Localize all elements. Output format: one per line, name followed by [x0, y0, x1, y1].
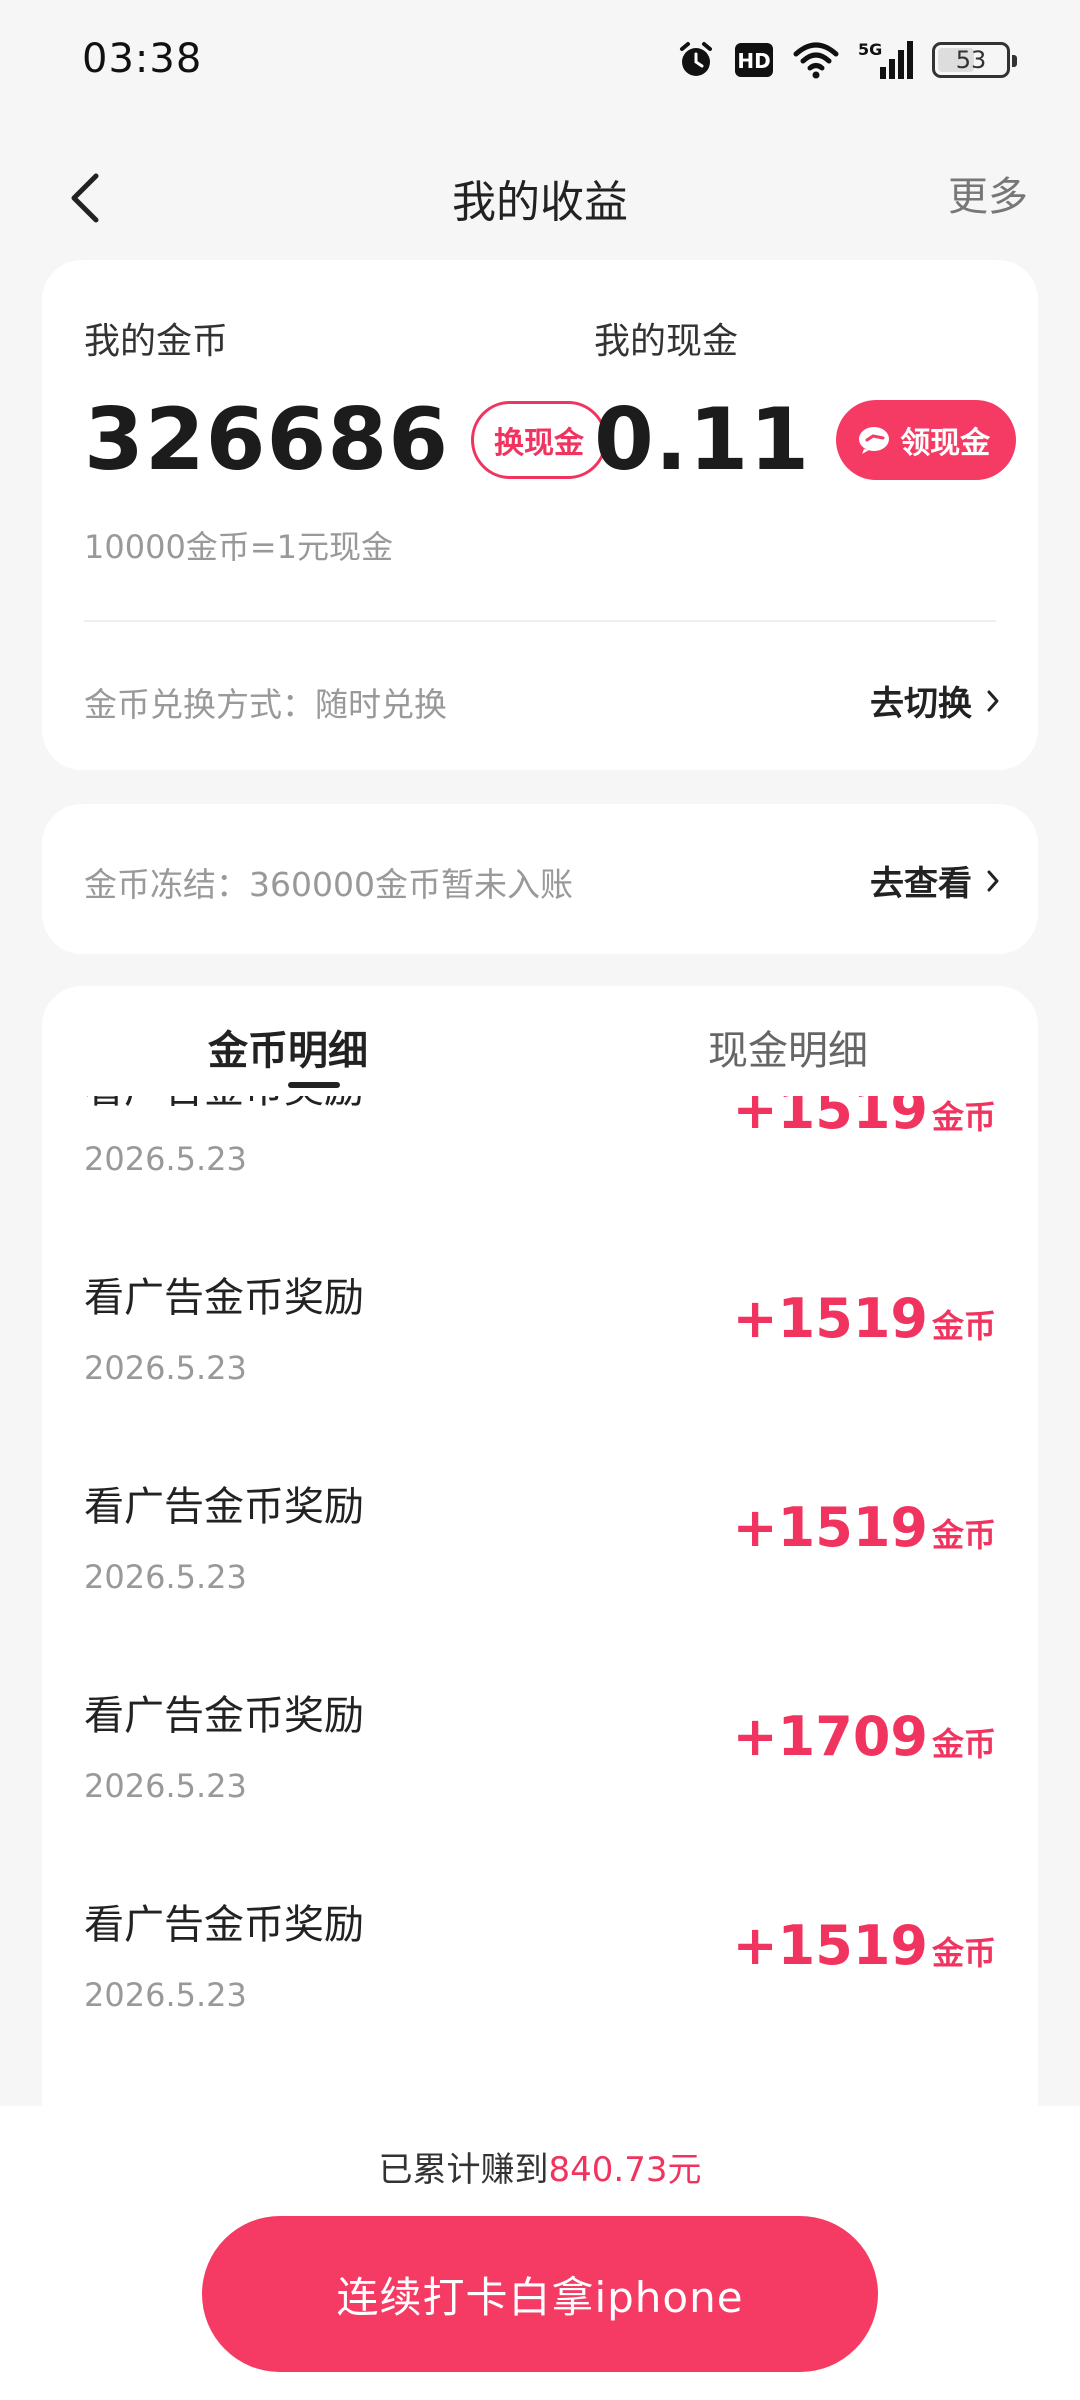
withdraw-cash-label: 领现金 [900, 426, 991, 461]
total-earned-label: 已累计赚到 [378, 2150, 549, 2190]
record-amount-unit: 金币 [931, 1725, 996, 1763]
record-amount-value: +1519 [732, 1287, 928, 1350]
nav-bar: 我的收益 更多 [0, 120, 1080, 270]
record-amount: +1709 金币 [732, 1705, 996, 1768]
cash-label: 我的现金 [594, 321, 739, 362]
total-earned: 已累计赚到840.73元 [0, 2142, 1080, 2191]
page-title: 我的收益 [452, 177, 628, 228]
wechat-icon [859, 427, 890, 454]
bottom-bar: 已累计赚到840.73元 连续打卡白拿iphone [0, 2106, 1080, 2400]
chevron-right-icon [987, 870, 999, 891]
frozen-coins-card: 金币冻结：360000金币暂未入账 去查看 [42, 804, 1038, 954]
record-date: 2026.5.23 [84, 1558, 247, 1596]
chevron-right-icon [987, 690, 999, 711]
tab-cash-details[interactable]: 现金明细 [708, 1018, 868, 1076]
cash-section: 我的现金 0.11 领现金 [594, 312, 1017, 490]
exchange-rate: 10000金币=1元现金 [84, 528, 393, 566]
record-amount-unit: 金币 [931, 1934, 996, 1972]
record-amount: +1519 金币 [732, 1496, 996, 1559]
hd-icon: HD [734, 42, 774, 78]
detail-tabs: 金币明细 现金明细 [42, 986, 1038, 1096]
balance-card: 我的金币 326686 换现金 我的现金 0.11 领现金 10000金币=1元… [42, 260, 1038, 770]
record-amount-value: +1519 [732, 1914, 928, 1977]
list-item[interactable]: 看广告金币奖励 2026.5.23 +1519 金币 [42, 1231, 1038, 1440]
exchange-cash-button[interactable]: 换现金 [471, 401, 608, 479]
cellular-signal-icon: 5G [858, 39, 914, 81]
record-amount-value: +1709 [732, 1705, 928, 1768]
divider [84, 620, 996, 622]
svg-text:5G: 5G [858, 40, 882, 59]
cash-value: 0.11 [594, 390, 811, 490]
list-item[interactable]: 看广告金币奖励 2026.5.23 +1519 金币 [42, 1440, 1038, 1649]
record-date: 2026.5.23 [84, 1976, 247, 2014]
withdraw-cash-button[interactable]: 领现金 [836, 400, 1017, 480]
list-item[interactable]: 看广告金币奖励 2026.5.23 +1519 金币 [42, 1858, 1038, 2067]
more-button[interactable]: 更多 [948, 164, 1028, 222]
exchange-method: 金币兑换方式：随时兑换 [84, 685, 447, 724]
detail-card: 看广告金币奖励 2026.5.23 +1519 金币 看广告金币奖励 2026.… [42, 986, 1038, 2136]
record-title: 看广告金币奖励 [84, 1484, 364, 1530]
record-title: 看广告金币奖励 [84, 1693, 364, 1739]
status-time: 03:38 [82, 36, 203, 82]
record-date: 2026.5.23 [84, 1767, 247, 1805]
check-in-cta-button[interactable]: 连续打卡白拿iphone [202, 2216, 878, 2372]
record-title: 看广告金币奖励 [84, 1902, 364, 1948]
view-frozen-label: 去查看 [870, 864, 972, 904]
tab-coin-details[interactable]: 金币明细 [208, 1018, 368, 1076]
view-frozen-link[interactable]: 去查看 [870, 856, 1000, 905]
record-amount-unit: 金币 [931, 1098, 996, 1136]
record-date: 2026.5.23 [84, 1140, 247, 1178]
record-date: 2026.5.23 [84, 1349, 247, 1387]
switch-method-label: 去切换 [870, 684, 972, 724]
battery-icon: 53 [932, 42, 1017, 78]
status-bar: 03:38 HD 5G 53 [0, 0, 1080, 120]
record-amount-unit: 金币 [931, 1307, 996, 1345]
coins-section: 我的金币 326686 换现金 [84, 312, 608, 490]
record-amount: +1519 金币 [732, 1914, 996, 1977]
coins-label: 我的金币 [84, 321, 229, 362]
coins-value: 326686 [84, 390, 450, 490]
status-icons: HD 5G 53 [676, 36, 1017, 84]
wifi-icon [792, 40, 840, 80]
battery-level: 53 [955, 46, 987, 74]
record-amount-unit: 金币 [931, 1516, 996, 1554]
earnings-page: 03:38 HD 5G 53 我的收益 更多 我的金币 326686 换现金 我… [0, 0, 1080, 2400]
record-amount: +1519 金币 [732, 1287, 996, 1350]
alarm-icon [676, 40, 716, 80]
svg-text:HD: HD [737, 49, 770, 73]
record-title: 看广告金币奖励 [84, 1275, 364, 1321]
frozen-coins-text: 金币冻结：360000金币暂未入账 [84, 865, 573, 904]
total-earned-value: 840.73元 [548, 2150, 702, 2190]
list-item[interactable]: 看广告金币奖励 2026.5.23 +1709 金币 [42, 1649, 1038, 1858]
switch-method-link[interactable]: 去切换 [870, 676, 1000, 725]
record-amount-value: +1519 [732, 1496, 928, 1559]
active-tab-indicator [288, 1082, 340, 1088]
